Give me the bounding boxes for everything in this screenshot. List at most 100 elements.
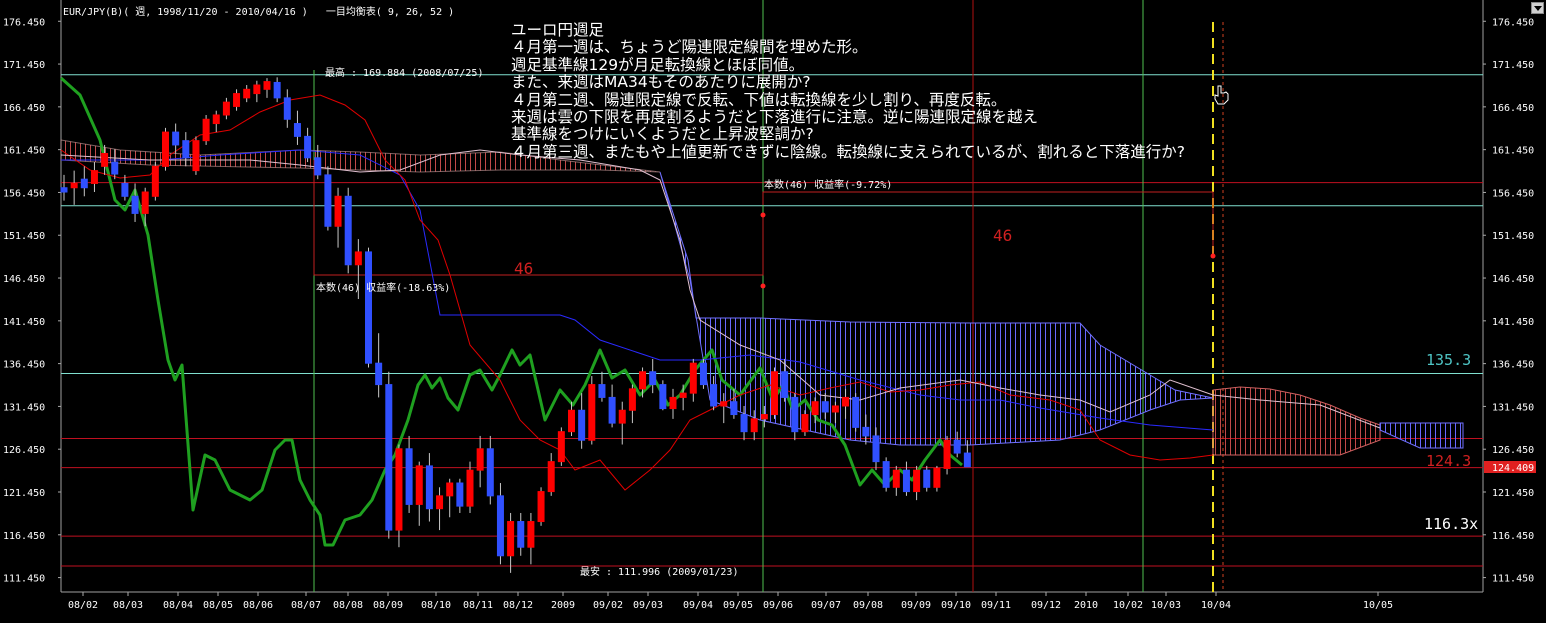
candle-body — [568, 409, 575, 433]
candle-body — [801, 414, 809, 433]
y-tick-label-left: 136.450 — [3, 360, 45, 371]
candle-body — [882, 461, 890, 488]
candle-body — [446, 482, 454, 497]
candle-body — [395, 448, 403, 531]
y-tick-label-left: 156.450 — [3, 188, 45, 199]
candle-body — [902, 469, 910, 493]
candle-body — [486, 448, 494, 497]
candle-body — [496, 495, 504, 557]
candle-body — [760, 414, 768, 420]
candle-body — [608, 396, 616, 424]
candle-body — [821, 401, 829, 413]
count-label-1: 本数(46) 収益率(-18.63%) — [316, 281, 450, 294]
y-tick-label-left: 151.450 — [3, 231, 45, 242]
count-value-1: 46 — [514, 259, 533, 278]
x-tick-label: 10/02 — [1113, 600, 1143, 611]
candle-body — [872, 435, 880, 463]
candle-body — [293, 123, 301, 137]
candle-body — [811, 401, 819, 416]
candle-body — [436, 495, 444, 510]
candle-body — [710, 384, 718, 407]
y-tick-label-right: 176.450 — [1492, 17, 1534, 28]
candle-body — [253, 84, 261, 95]
candle-body — [375, 362, 383, 386]
candle-body — [923, 469, 931, 488]
level-116-label: 116.3x — [1424, 515, 1478, 533]
candle-body — [578, 409, 586, 441]
candle-body — [70, 182, 78, 189]
x-tick-label: 09/09 — [901, 600, 931, 611]
candle-body — [415, 465, 423, 505]
candle-body — [527, 521, 535, 548]
candle-body — [537, 491, 545, 523]
range-dot — [760, 283, 766, 289]
count-label-2: 本数(46) 収益率(-9.72%) — [764, 178, 892, 191]
y-tick-label-right: 141.450 — [1492, 317, 1534, 328]
candle-body — [314, 157, 322, 176]
y-tick-label-right: 146.450 — [1492, 274, 1534, 285]
y-tick-label-left: 131.450 — [3, 402, 45, 413]
candle-body — [659, 384, 667, 410]
commentary-notes: ユーロ円週足 ４月第一週は、ちょうど陽連限定線間を埋めた形。 週足基準線129が月足… — [511, 21, 1185, 161]
candle-body — [699, 362, 707, 386]
candle-body — [273, 81, 281, 99]
current-price-label: 124.409 — [1492, 463, 1534, 474]
x-tick-label: 08/11 — [463, 600, 493, 611]
y-tick-label-left: 146.450 — [3, 274, 45, 285]
candle-body — [456, 482, 464, 507]
commentary-line: ４月第一週は、ちょうど陽連限定線間を埋めた形。 — [511, 38, 868, 57]
candle-body — [334, 195, 342, 227]
candle-body — [649, 371, 657, 386]
range-dot — [1210, 253, 1216, 259]
candle-body — [639, 371, 647, 390]
candle-body — [405, 448, 413, 505]
count-value-2: 46 — [993, 226, 1012, 245]
y-tick-label-right: 111.450 — [1492, 574, 1534, 585]
candle-body — [182, 140, 190, 159]
x-tick-label: 08/04 — [163, 600, 193, 611]
candle-body — [151, 165, 159, 197]
x-tick-label: 09/12 — [1031, 600, 1061, 611]
candle-body — [913, 469, 921, 493]
commentary-line: 基準線をつけにいくようだと上昇波堅調か? — [511, 125, 814, 144]
candle-body — [141, 191, 149, 214]
y-tick-label-right: 166.450 — [1492, 103, 1534, 114]
y-tick-label-left: 116.450 — [3, 531, 45, 542]
x-tick-label: 09/08 — [853, 600, 883, 611]
chart-header: EUR/JPY(B)( 週, 1998/11/20 - 2010/04/16 )… — [63, 3, 454, 18]
level-135-label: 135.3 — [1426, 351, 1471, 369]
x-tick-label: 09/04 — [683, 600, 713, 611]
x-tick-label: 09/03 — [633, 600, 663, 611]
chart-menu-button[interactable] — [1531, 2, 1544, 14]
candle-body — [943, 439, 951, 469]
x-tick-label: 08/08 — [333, 600, 363, 611]
y-tick-label-right: 116.450 — [1492, 531, 1534, 542]
x-tick-label: 10/03 — [1151, 600, 1181, 611]
y-tick-label-left: 121.450 — [3, 488, 45, 499]
candle-body — [547, 461, 555, 493]
y-tick-label-right: 156.450 — [1492, 188, 1534, 199]
candle-body — [243, 88, 251, 99]
level-124-label: 124.3 — [1426, 452, 1471, 470]
x-tick-label: 08/09 — [373, 600, 403, 611]
candle-body — [60, 187, 68, 193]
candle-body — [618, 409, 626, 424]
commentary-line: 週足基準線129が月足転換線とほぼ同値。 — [511, 55, 805, 74]
y-tick-label-left: 176.450 — [3, 17, 45, 28]
x-tick-label: 09/11 — [981, 600, 1011, 611]
candle-body — [202, 118, 210, 142]
y-tick-label-left: 111.450 — [3, 574, 45, 585]
y-tick-label-left: 161.450 — [3, 146, 45, 157]
candle-body — [842, 396, 850, 407]
x-tick-label: 08/06 — [243, 600, 273, 611]
candle-body — [831, 405, 839, 413]
x-tick-label: 2010 — [1074, 600, 1098, 611]
x-tick-label: 08/10 — [421, 600, 451, 611]
y-tick-label-left: 141.450 — [3, 317, 45, 328]
y-tick-label-right: 131.450 — [1492, 402, 1534, 413]
candle-body — [628, 388, 636, 411]
commentary-line: ユーロ円週足 — [511, 21, 605, 39]
candle-body — [233, 93, 241, 107]
commentary-line: ４月第二週、陽連限定線で反転、下値は転換線を少し割り、再度反転。 — [511, 90, 1007, 109]
candle-body — [324, 174, 332, 227]
